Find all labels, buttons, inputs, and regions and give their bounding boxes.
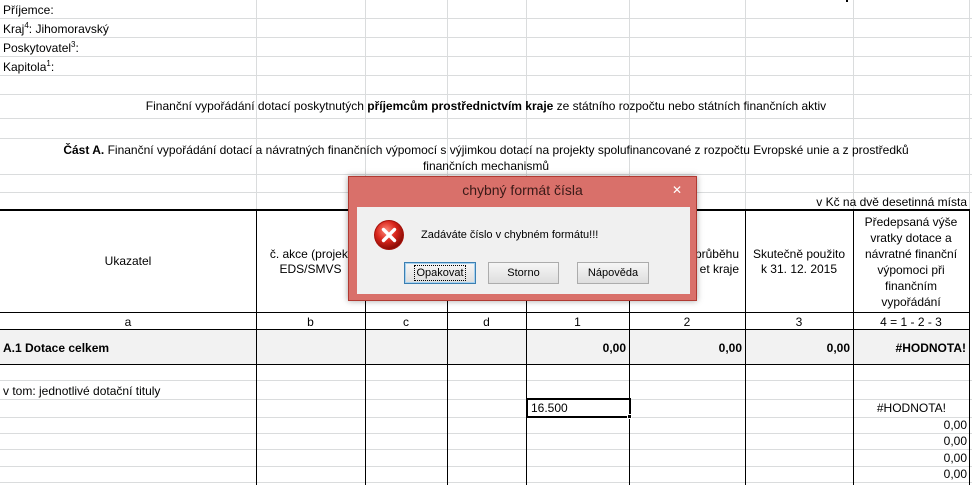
col-header-vratka: Předepsaná výše vratky dotace a návratné… — [864, 214, 958, 309]
total-row-label: A.1 Dotace celkem — [3, 341, 110, 355]
row-value[interactable]: #HODNOTA! — [853, 401, 946, 415]
cancel-button[interactable]: Storno — [488, 262, 559, 284]
row-value[interactable]: 0,00 — [853, 451, 967, 465]
region-label: Kraj4: Jihomoravský — [3, 21, 109, 37]
col-letter-b: b — [307, 315, 314, 329]
dialog-message: Zadáváte číslo v chybném formátu!!! — [421, 229, 599, 241]
col-letter-2: 2 — [683, 315, 691, 329]
total-col4-value[interactable]: #HODNOTA! — [853, 341, 966, 355]
error-dialog: chybný formát čísla ✕ Zadáváte číslo v c… — [348, 176, 697, 301]
total-col2-value[interactable]: 0,00 — [629, 341, 742, 355]
report-title: Finanční vypořádání dotací poskytnutých … — [145, 99, 827, 113]
dialog-title: chybný formát čísla — [462, 182, 583, 198]
col-letter-c: c — [403, 315, 409, 329]
units-note: v Kč na dvě desetinná místa — [816, 195, 967, 209]
row-value[interactable]: 0,00 — [853, 467, 967, 481]
fill-handle[interactable] — [627, 414, 632, 419]
col-letter-a: a — [124, 315, 132, 329]
col-letter-1: 1 — [574, 315, 581, 329]
total-col3-value[interactable]: 0,00 — [745, 341, 850, 355]
subtitles-label: v tom: jednotlivé dotační tituly — [3, 384, 161, 398]
error-icon — [374, 220, 404, 250]
help-button[interactable]: Nápověda — [577, 262, 649, 284]
close-icon[interactable]: ✕ — [664, 181, 690, 199]
col-letter-d: d — [483, 315, 490, 329]
retry-button[interactable]: Opakovat — [404, 262, 476, 284]
col-letter-4: 4 = 1 - 2 - 3 — [880, 315, 942, 329]
row-value[interactable]: 0,00 — [853, 434, 967, 448]
part-a-heading: Část A. Finanční vypořádání dotací a náv… — [63, 143, 909, 157]
col-letter-3: 3 — [795, 315, 803, 329]
chapter-label: Kapitola1: — [3, 59, 55, 75]
row-value[interactable]: 0,00 — [853, 418, 967, 432]
active-cell-value: 16.500 — [531, 401, 568, 415]
total-col1-value[interactable]: 0,00 — [526, 341, 626, 355]
col-header-ukazatel: Ukazatel — [104, 254, 152, 268]
col-header-skutecne: Skutečně použito k 31. 12. 2015 — [752, 246, 846, 276]
dialog-body: Zadáváte číslo v chybném formátu!!! Opak… — [357, 207, 690, 294]
recipient-label: Příjemce: — [3, 3, 54, 17]
part-a-heading-line2: finančních mechanismů — [422, 159, 550, 173]
provider-label: Poskytovatel3: — [3, 40, 79, 56]
